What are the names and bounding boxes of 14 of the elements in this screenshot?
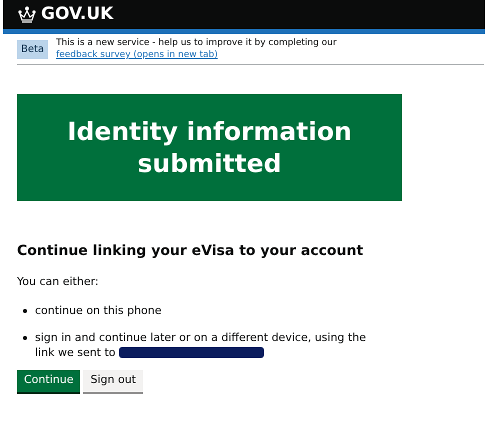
banner-text: This is a new service - help us to improve it by completing our feedback survey (opens in new tab) xyxy=(56,37,338,61)
logo-text[interactable]: GOV.UK xyxy=(41,2,114,28)
option-text: continue on this phone xyxy=(35,302,163,318)
continue-button[interactable]: Continue xyxy=(17,370,80,394)
option-text: sign in and continue later or on a different device, using the link we sent to xyxy=(35,330,367,360)
heading: Continue linking your eVisa to your account xyxy=(17,242,364,261)
intro-text: You can either: xyxy=(17,274,100,290)
sign-out-button[interactable]: Sign out xyxy=(83,370,143,394)
bullet-icon xyxy=(23,308,27,312)
panel-title: Identity information submitted xyxy=(66,116,353,180)
crown-icon xyxy=(17,6,37,23)
phase-tag: Beta xyxy=(17,40,48,58)
bullet-icon xyxy=(23,336,27,340)
feedback-link[interactable]: feedback survey (opens in new tab) xyxy=(56,50,218,60)
